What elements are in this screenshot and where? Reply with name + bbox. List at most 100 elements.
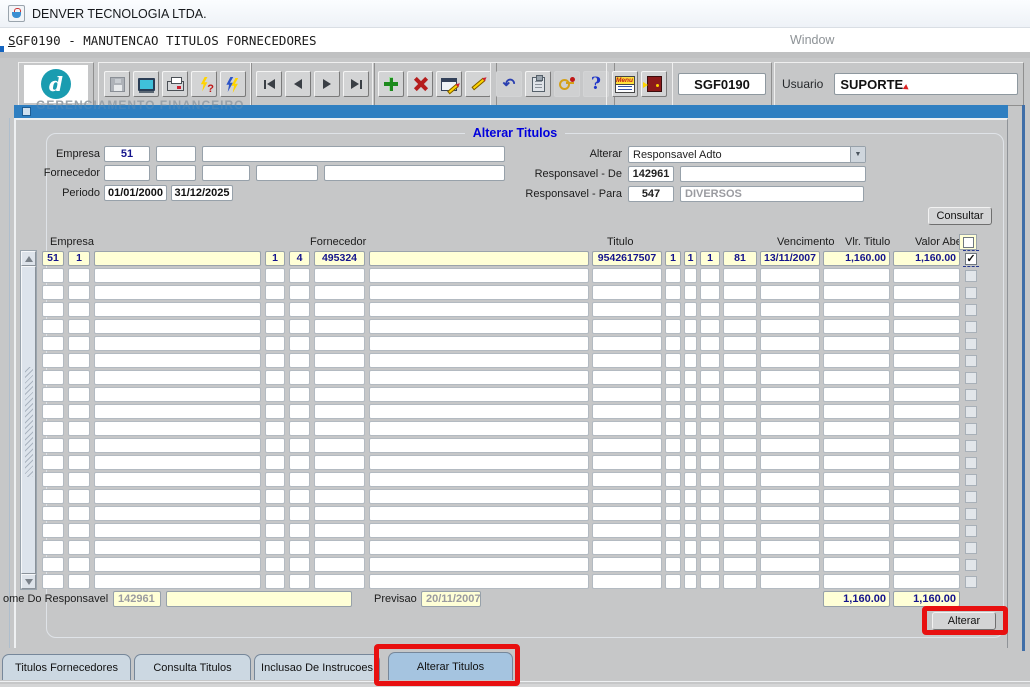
grid-cell[interactable] [68,370,90,385]
grid-cell[interactable] [42,302,64,317]
next-record-icon[interactable] [314,71,340,97]
chevron-down-icon[interactable]: ▼ [850,147,865,162]
row-checkbox[interactable] [965,406,977,418]
grid-cell[interactable] [893,438,960,453]
grid-cell[interactable]: 495324 [314,251,365,266]
grid-cell[interactable] [68,319,90,334]
grid-cell[interactable] [700,489,720,504]
grid-cell[interactable] [592,421,662,436]
grid-cell[interactable]: 4 [289,251,310,266]
grid-cell[interactable] [68,506,90,521]
grid-cell[interactable] [823,387,890,402]
grid-cell[interactable] [893,574,960,589]
grid-cell[interactable] [665,370,681,385]
responsavel-para-code-field[interactable]: 547 [628,186,674,202]
fornecedor-field-2[interactable] [156,165,196,181]
grid-cell[interactable] [94,506,261,521]
grid-cell[interactable] [68,574,90,589]
grid-cell[interactable] [893,455,960,470]
grid-cell[interactable] [289,285,310,300]
row-checkbox[interactable] [965,542,977,554]
grid-cell[interactable] [289,574,310,589]
grid-cell[interactable] [265,438,285,453]
grid-cell[interactable] [265,319,285,334]
grid-cell[interactable] [94,302,261,317]
grid-cell[interactable] [684,472,697,487]
grid-cell[interactable] [684,421,697,436]
grid-cell[interactable] [68,421,90,436]
grid-cell[interactable] [665,302,681,317]
grid-cell[interactable] [665,387,681,402]
grid-cell[interactable] [723,353,757,368]
grid-cell[interactable] [893,472,960,487]
grid-cell[interactable] [369,319,589,334]
grid-cell[interactable]: 1 [684,251,697,266]
grid-cell[interactable] [700,455,720,470]
row-checkbox[interactable] [965,423,977,435]
grid-cell[interactable] [369,421,589,436]
grid-cell[interactable] [265,540,285,555]
undo-icon[interactable]: ↶ [496,71,522,97]
grid-cell[interactable] [265,285,285,300]
grid-cell[interactable] [314,574,365,589]
grid-cell[interactable] [665,438,681,453]
delete-record-icon[interactable] [407,71,433,97]
grid-cell[interactable] [94,574,261,589]
grid-cell[interactable] [700,472,720,487]
grid-cell[interactable] [665,540,681,555]
grid-cell[interactable] [760,353,820,368]
grid-cell[interactable] [265,489,285,504]
grid-cell[interactable] [700,404,720,419]
grid-cell[interactable] [592,472,662,487]
grid-cell[interactable] [684,353,697,368]
grid-cell[interactable] [684,540,697,555]
grid-cell[interactable] [700,285,720,300]
grid-cell[interactable] [700,557,720,572]
grid-cell[interactable] [893,268,960,283]
grid-cell[interactable] [760,455,820,470]
grid-cell[interactable]: 1 [700,251,720,266]
grid-cell[interactable] [700,336,720,351]
grid-cell[interactable]: 1 [68,251,90,266]
grid-cell[interactable] [265,353,285,368]
grid-cell[interactable] [760,472,820,487]
grid-cell[interactable]: 1 [665,251,681,266]
grid-cell[interactable] [68,540,90,555]
grid-cell[interactable] [42,387,64,402]
grid-cell[interactable] [42,421,64,436]
grid-cell[interactable] [369,438,589,453]
grid-cell[interactable] [68,302,90,317]
grid-cell[interactable]: 51 [42,251,64,266]
grid-cell[interactable] [700,387,720,402]
grid-cell[interactable] [42,455,64,470]
grid-cell[interactable] [823,574,890,589]
grid-cell[interactable] [684,268,697,283]
grid-cell[interactable] [289,455,310,470]
row-checkbox[interactable] [965,440,977,452]
grid-cell[interactable] [760,489,820,504]
grid-cell[interactable] [94,251,261,266]
grid-cell[interactable] [760,336,820,351]
grid-cell[interactable] [42,523,64,538]
fornecedor-nome-field[interactable] [324,165,505,181]
grid-cell[interactable] [823,438,890,453]
grid-cell[interactable]: 1 [265,251,285,266]
grid-cell[interactable] [592,285,662,300]
grid-cell[interactable] [760,387,820,402]
grid-cell[interactable] [823,540,890,555]
grid-cell[interactable] [700,370,720,385]
grid-cell[interactable] [68,387,90,402]
grid-cell[interactable] [314,268,365,283]
grid-cell[interactable] [592,336,662,351]
grid-cell[interactable] [289,268,310,283]
grid-cell[interactable] [665,523,681,538]
grid-cell[interactable] [684,387,697,402]
grid-cell[interactable] [684,302,697,317]
grid-cell[interactable] [700,302,720,317]
grid-cell[interactable] [684,438,697,453]
grid-cell[interactable]: 9542617507 [592,251,662,266]
grid-cell[interactable] [665,557,681,572]
run-icon[interactable] [220,71,246,97]
grid-cell[interactable] [823,506,890,521]
grid-cell[interactable] [684,489,697,504]
